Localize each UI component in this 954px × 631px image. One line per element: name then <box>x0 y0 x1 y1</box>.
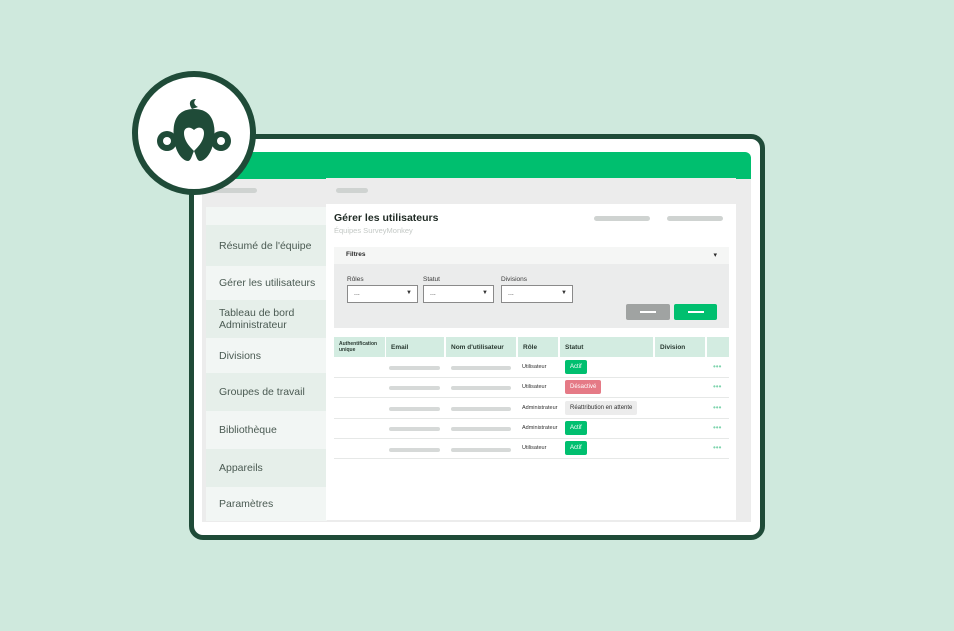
row-divider <box>334 438 729 439</box>
header-action-placeholder[interactable] <box>667 216 723 221</box>
column-header-label: Division <box>660 343 686 351</box>
more-dots-icon[interactable]: ••• <box>713 423 721 432</box>
status-badge: Désactivé <box>565 380 602 394</box>
more-dots-icon[interactable]: ••• <box>713 443 721 452</box>
surveymonkey-logo-icon <box>132 71 256 195</box>
divisions-select-value: ... <box>508 290 514 297</box>
sidebar-item-workgroups[interactable]: Groupes de travail <box>206 373 327 411</box>
role-cell: Utilisateur <box>522 364 547 370</box>
username-placeholder <box>451 407 511 411</box>
username-placeholder <box>451 448 511 452</box>
button-label-placeholder <box>640 311 656 313</box>
status-badge: Réattribution en attente <box>565 401 638 415</box>
sidebar-item-devices[interactable]: Appareils <box>206 449 327 487</box>
apply-filters-button[interactable] <box>674 304 717 320</box>
email-placeholder <box>389 427 440 431</box>
column-header-username[interactable]: Nom d'utilisateur <box>446 337 516 357</box>
main-header-strip <box>326 178 736 204</box>
email-placeholder <box>389 407 440 411</box>
sidebar-item-label: Groupes de travail <box>219 386 305 398</box>
button-label-placeholder <box>687 311 704 313</box>
username-placeholder <box>451 427 511 431</box>
sidebar-item-label: Tableau de bord Administrateur <box>219 307 295 331</box>
status-select-value: ... <box>430 290 436 297</box>
sidebar-item-team-summary[interactable]: Résumé de l'équipe <box>206 225 327 266</box>
more-dots-icon[interactable]: ••• <box>713 382 721 391</box>
column-header-email[interactable]: Email <box>386 337 444 357</box>
header-action-placeholder[interactable] <box>594 216 650 221</box>
top-bar <box>202 152 751 179</box>
column-header-division[interactable]: Division <box>655 337 705 357</box>
column-header-label: Nom d'utilisateur <box>451 343 504 351</box>
sidebar-item-label: Appareils <box>219 462 263 474</box>
role-cell: Utilisateur <box>522 445 547 451</box>
row-divider <box>334 418 729 419</box>
column-header-label: Email <box>391 343 409 351</box>
chevron-down-icon: ▼ <box>406 290 412 296</box>
column-header-role[interactable]: Rôle <box>518 337 558 357</box>
sidebar-item-settings[interactable]: Paramètres <box>206 487 327 521</box>
roles-select[interactable]: ... ▼ <box>347 285 418 303</box>
column-header-sso[interactable]: Authentification unique <box>334 337 385 357</box>
row-divider <box>334 397 729 398</box>
filters-header[interactable]: Filtres ▾ <box>334 247 729 264</box>
column-header-label: Statut <box>565 343 584 351</box>
chevron-down-icon[interactable]: ▾ <box>713 251 717 259</box>
column-header-actions <box>707 337 729 357</box>
row-divider <box>334 377 729 378</box>
reset-filters-button[interactable] <box>626 304 670 320</box>
divisions-select[interactable]: ... ▼ <box>501 285 573 303</box>
more-dots-icon[interactable]: ••• <box>713 362 721 371</box>
breadcrumb-placeholder <box>336 188 368 193</box>
row-divider <box>334 458 729 459</box>
status-badge: Actif <box>565 441 587 455</box>
username-placeholder <box>451 366 511 370</box>
sidebar-item-label: Divisions <box>219 349 262 362</box>
page-title: Gérer les utilisateurs <box>334 212 439 224</box>
sidebar-item-label: Bibliothèque <box>219 424 277 436</box>
filters-title: Filtres <box>346 251 366 258</box>
column-header-label: Authentification unique <box>339 341 378 353</box>
column-header-status[interactable]: Statut <box>560 337 653 357</box>
chevron-down-icon: ▼ <box>561 290 567 296</box>
sidebar-item-divisions[interactable]: Divisions <box>206 338 327 373</box>
email-placeholder <box>389 448 440 452</box>
status-select[interactable]: ... ▼ <box>423 285 494 303</box>
status-filter-label: Statut <box>423 276 440 283</box>
email-placeholder <box>389 366 440 370</box>
chevron-down-icon: ▼ <box>482 290 488 296</box>
status-badge: Actif <box>565 360 587 374</box>
sidebar-item-admin-dashboard[interactable]: Tableau de bord Administrateur <box>206 300 327 338</box>
sidebar-item-library[interactable]: Bibliothèque <box>206 411 327 449</box>
logo-mark <box>157 99 231 161</box>
roles-filter-label: Rôles <box>347 276 364 283</box>
roles-select-value: ... <box>354 290 360 297</box>
sidebar-item-label: Gérer les utilisateurs <box>219 277 316 289</box>
sidebar: Résumé de l'équipe Gérer les utilisateur… <box>206 207 327 521</box>
role-cell: Administrateur <box>522 425 558 431</box>
page-subtitle: Équipes SurveyMonkey <box>334 226 413 235</box>
username-placeholder <box>451 386 511 390</box>
sidebar-item-manage-users[interactable]: Gérer les utilisateurs <box>206 266 327 300</box>
email-placeholder <box>389 386 440 390</box>
column-header-label: Rôle <box>523 343 538 351</box>
sidebar-item-label: Paramètres <box>219 498 274 510</box>
sidebar-item-label: Résumé de l'équipe <box>219 239 312 252</box>
role-cell: Utilisateur <box>522 384 547 390</box>
role-cell: Administrateur <box>522 405 558 411</box>
divisions-filter-label: Divisions <box>501 276 528 283</box>
more-dots-icon[interactable]: ••• <box>713 403 721 412</box>
status-badge: Actif <box>565 421 587 435</box>
